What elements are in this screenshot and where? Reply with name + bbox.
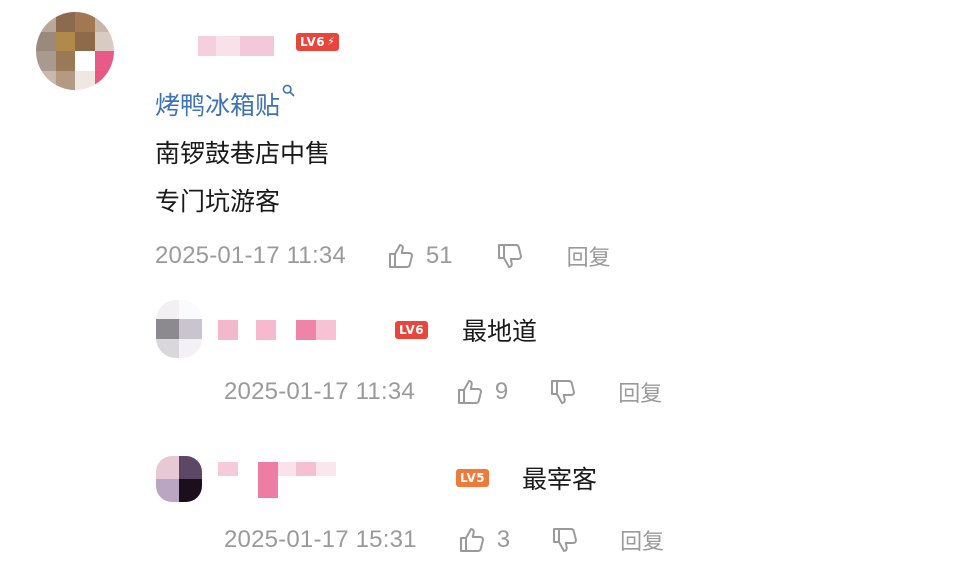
- comment-actions: 2025-01-17 11:34 51 回复: [155, 240, 611, 272]
- username-main-comment[interactable]: [198, 36, 274, 56]
- like-count: 3: [496, 526, 511, 553]
- topic-link[interactable]: 烤鸭冰箱贴: [155, 84, 295, 122]
- level-badge-reply-2: LV5: [456, 469, 490, 487]
- search-icon: [282, 84, 295, 101]
- level-badge-main: LV6 ⚡: [296, 33, 340, 51]
- lightning-icon: ⚡: [327, 35, 336, 48]
- thumbs-up-icon: [386, 241, 416, 271]
- reply-2-text: 最宰客: [522, 465, 598, 494]
- comment-body-line-1: 南锣鼓巷店中售: [155, 139, 331, 168]
- avatar-main-comment[interactable]: [36, 12, 114, 90]
- topic-link-label[interactable]: 烤鸭冰箱贴: [155, 86, 280, 122]
- thumbs-up-icon: [457, 525, 487, 555]
- username-reply-1[interactable]: [218, 320, 336, 340]
- thumbs-down-icon: [550, 525, 580, 555]
- reply-1-actions: 2025-01-17 11:34 9 回复: [224, 376, 662, 408]
- level-badge-label: LV6: [300, 35, 326, 49]
- reply-2-actions: 2025-01-17 15:31 3 回复: [224, 524, 664, 556]
- thumbs-up-icon: [455, 377, 485, 407]
- dislike-button[interactable]: [548, 377, 578, 407]
- reply-1-text: 最地道: [462, 317, 538, 346]
- like-button[interactable]: 9: [455, 377, 508, 407]
- thumbs-down-icon: [495, 241, 525, 271]
- username-reply-2[interactable]: [218, 462, 336, 498]
- reply-1-timestamp: 2025-01-17 11:34: [224, 378, 415, 405]
- thumbs-down-icon: [548, 377, 578, 407]
- dislike-button[interactable]: [495, 241, 525, 271]
- reply-button[interactable]: 回复: [618, 376, 662, 408]
- dislike-button[interactable]: [550, 525, 580, 555]
- like-button[interactable]: 51: [386, 241, 453, 271]
- reply-button[interactable]: 回复: [567, 240, 611, 272]
- like-button[interactable]: 3: [457, 525, 510, 555]
- like-count: 9: [494, 378, 509, 405]
- reply-2-timestamp: 2025-01-17 15:31: [224, 526, 417, 553]
- level-badge-reply-1: LV6: [395, 321, 429, 339]
- comment-timestamp: 2025-01-17 11:34: [155, 242, 346, 269]
- level-badge-label: LV6: [399, 323, 425, 337]
- level-badge-label: LV5: [460, 471, 486, 485]
- avatar-reply-2[interactable]: [156, 456, 202, 502]
- reply-button[interactable]: 回复: [620, 524, 664, 556]
- comment-body-line-2: 专门坑游客: [155, 187, 281, 216]
- like-count: 51: [425, 242, 453, 269]
- avatar-reply-1[interactable]: [156, 300, 202, 358]
